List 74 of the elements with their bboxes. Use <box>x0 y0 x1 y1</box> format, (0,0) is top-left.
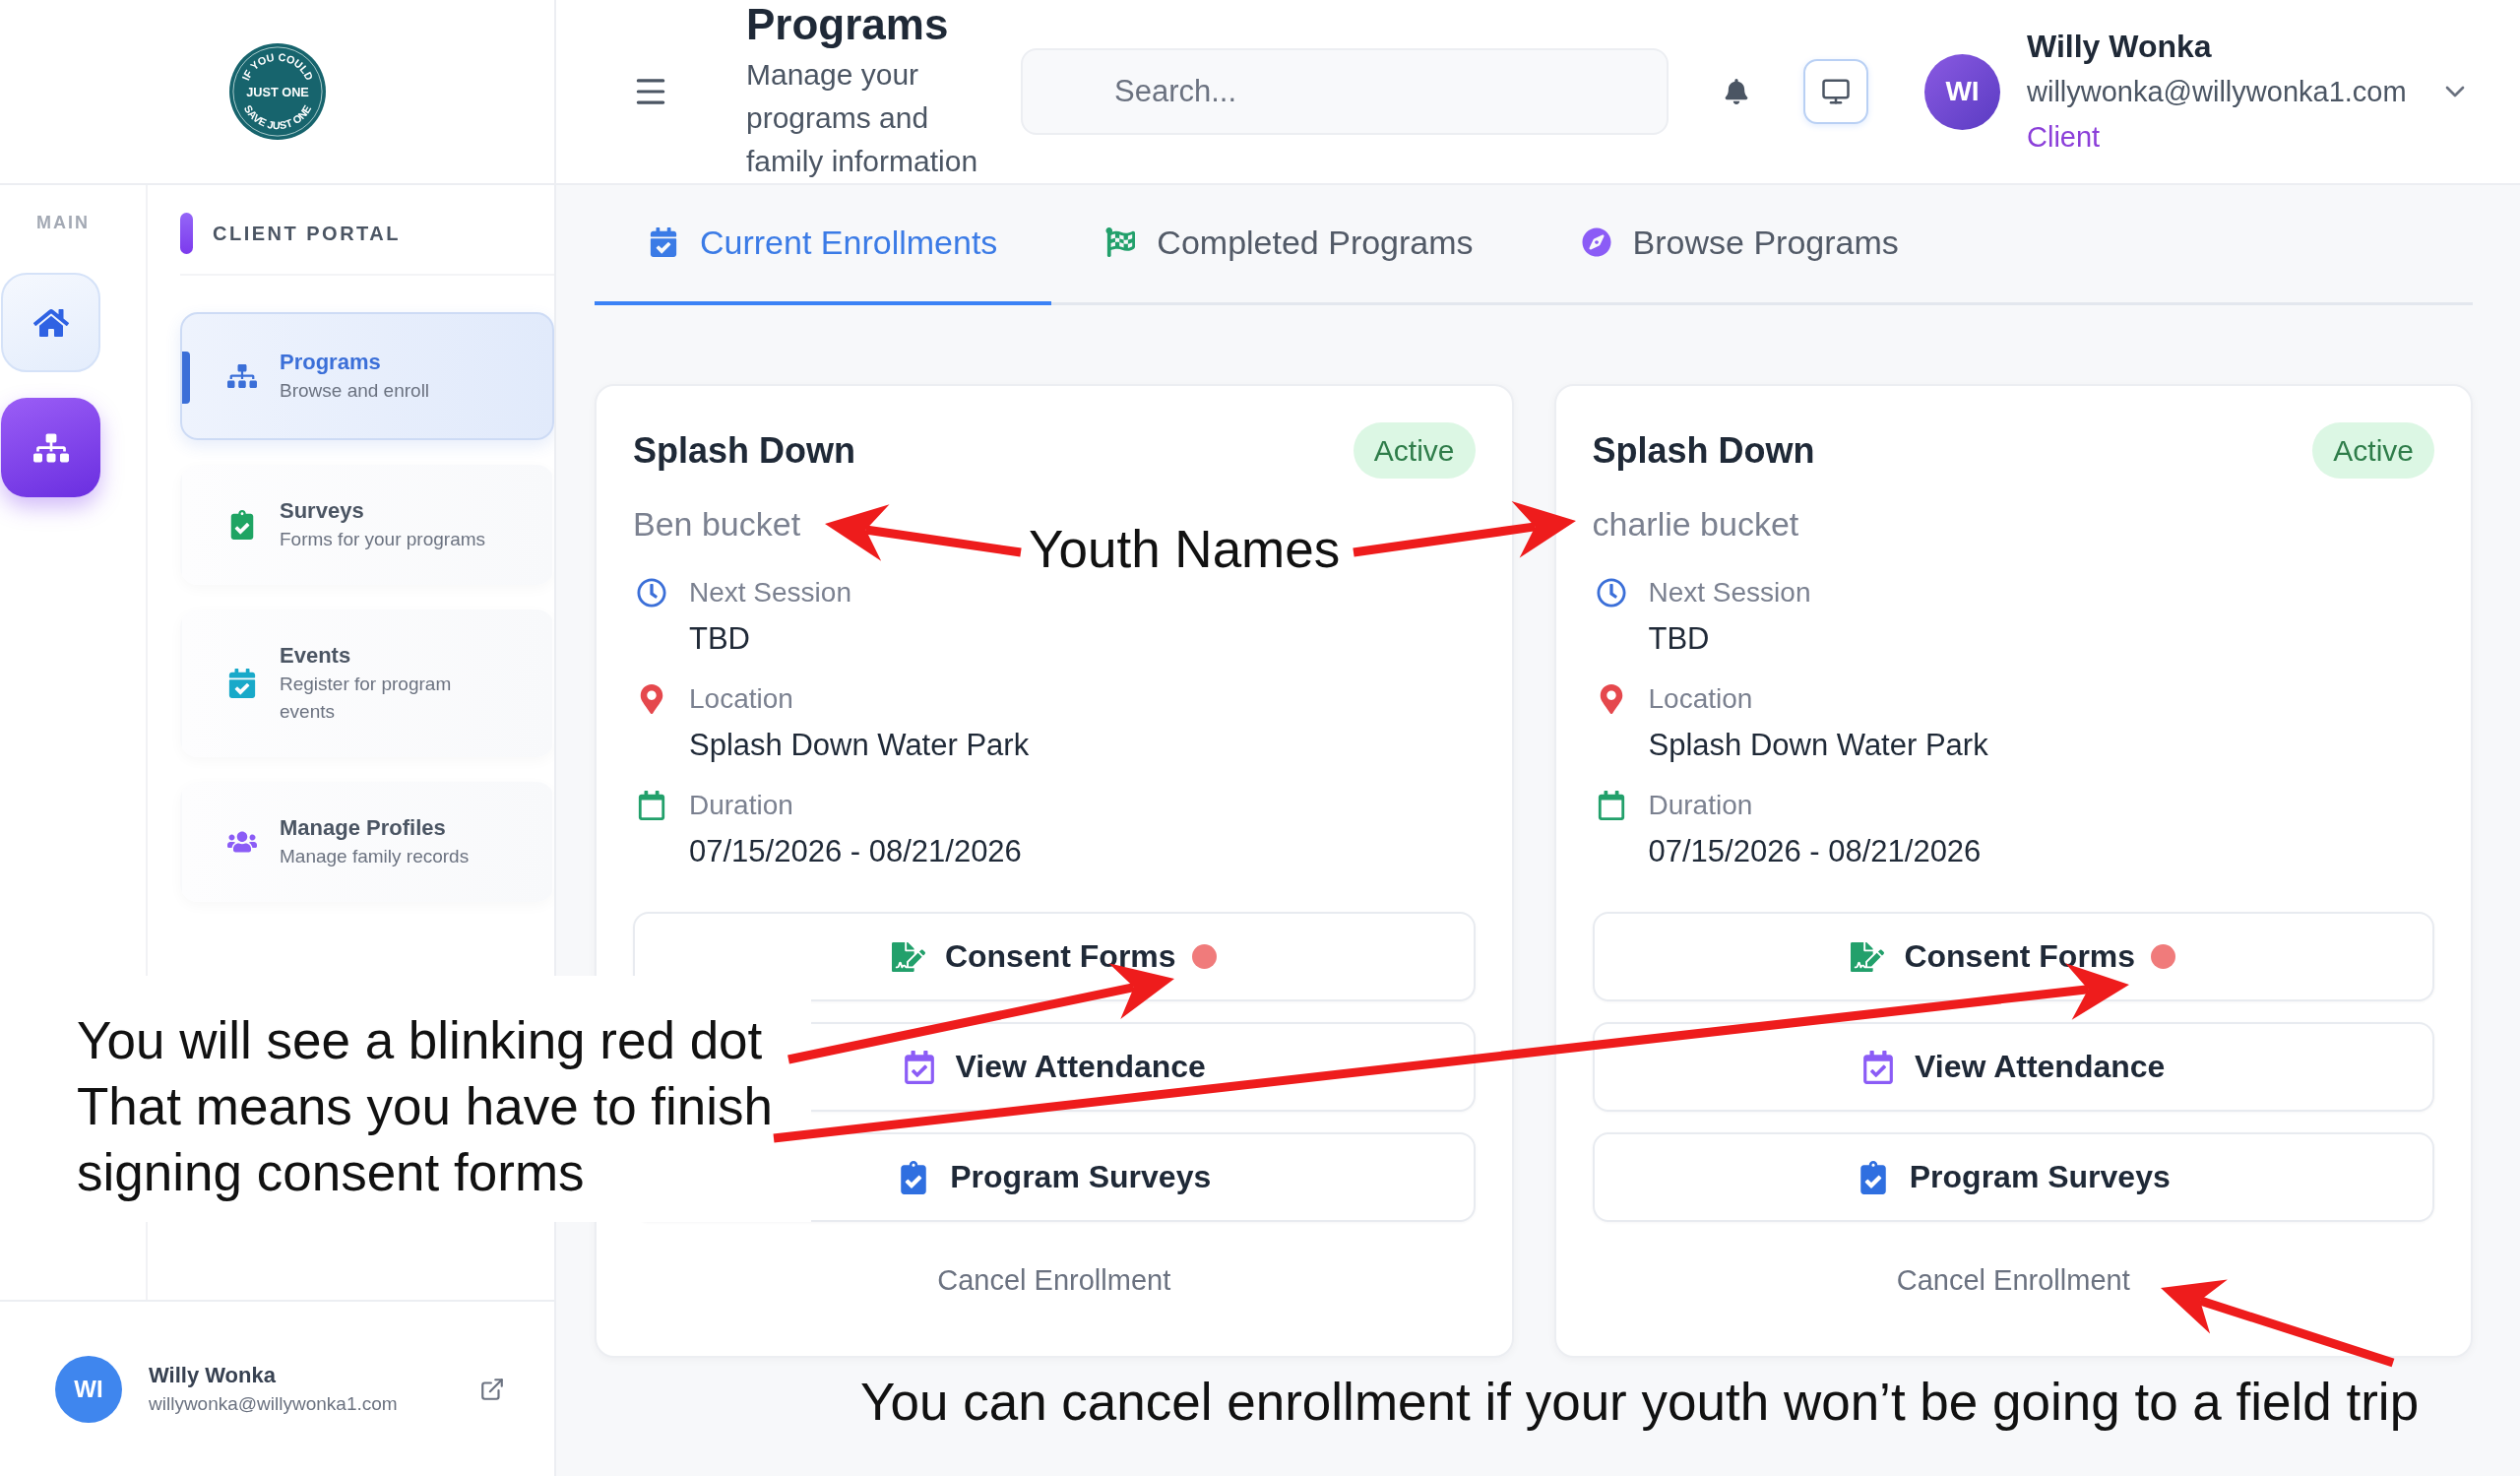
nav-item[interactable]: Events Register for program events <box>180 610 554 757</box>
file-signature-icon <box>891 939 925 974</box>
clock-icon <box>637 578 666 608</box>
detail-value: TBD <box>689 620 750 658</box>
callout-text: Youth Names <box>1029 519 1341 580</box>
detail-label: Next Session <box>1648 576 1811 610</box>
detail-value: Splash Down Water Park <box>689 727 1030 764</box>
nav-subtitle: Register for program events <box>280 673 453 724</box>
nav-title: Programs <box>280 349 381 376</box>
nav-item[interactable]: Programs Browse and enroll <box>180 312 554 440</box>
calendar-check-icon <box>902 1050 936 1084</box>
user-role: Client <box>2027 120 2101 155</box>
status-badge: Active <box>1353 422 1476 479</box>
user-email: willywonka@willywonka1.com <box>2027 75 2407 109</box>
cancel-link[interactable]: Cancel Enrollment <box>937 1260 1171 1300</box>
display-button[interactable] <box>1803 59 1868 124</box>
clock-icon <box>1596 578 1626 608</box>
nav-subtitle: Manage family records <box>280 845 470 868</box>
callout-text: You can cancel enrollment if your youth won’t be going to a field trip <box>860 1372 2420 1433</box>
youth-name: charlie bucket <box>1592 504 1799 545</box>
rail-button[interactable] <box>1 273 100 372</box>
section-title: CLIENT PORTAL <box>213 222 401 245</box>
nav-title: Events <box>280 642 351 670</box>
detail-value: TBD <box>1648 620 1710 658</box>
action-button[interactable]: Consent Forms <box>1592 912 2434 1001</box>
detail-value: 07/15/2026 - 08/21/2026 <box>689 833 1022 870</box>
youth-name: Ben bucket <box>633 504 801 545</box>
action-button[interactable]: Program Surveys <box>1592 1132 2434 1222</box>
detail-label: Location <box>689 682 793 716</box>
user-email: willywonka@willywonka1.com <box>149 1391 398 1416</box>
calendar-icon <box>637 791 666 820</box>
nav-title: Manage Profiles <box>280 814 446 842</box>
action-button[interactable]: Consent Forms <box>633 912 1476 1001</box>
search-field[interactable]: Search... <box>1021 48 1669 135</box>
calendar-check-icon <box>649 227 678 257</box>
tab[interactable]: Browse Programs <box>1527 223 1953 305</box>
user-name: Willy Wonka <box>149 1361 276 1389</box>
page-subtitle: Manage your programs and family information <box>746 57 979 179</box>
cancel-link[interactable]: Cancel Enrollment <box>1896 1260 2130 1300</box>
action-button[interactable]: View Attendance <box>1592 1022 2434 1112</box>
program-title: Splash Down <box>1592 428 1815 473</box>
calendar-icon <box>1596 791 1626 820</box>
file-signature-icon <box>1851 939 1885 974</box>
rail-button[interactable] <box>1 398 100 497</box>
monitor-icon <box>1821 77 1851 106</box>
detail-value: Splash Down Water Park <box>1648 727 1988 764</box>
detail-value: 07/15/2026 - 08/21/2026 <box>1648 833 1982 870</box>
section-label: MAIN <box>36 213 90 232</box>
bell-icon[interactable] <box>1724 79 1749 104</box>
nav-item[interactable]: Surveys Forms for your programs <box>180 465 554 585</box>
tab[interactable]: Current Enrollments <box>595 223 1052 305</box>
user-avatar: WI <box>55 1355 122 1423</box>
detail-label: Duration <box>1648 789 1753 822</box>
sitemap-icon <box>227 361 257 391</box>
detail-label: Next Session <box>689 576 851 610</box>
status-badge: Active <box>2312 422 2434 479</box>
user-name: Willy Wonka <box>2027 28 2212 66</box>
checkered-flag-icon <box>1105 227 1136 257</box>
calendar-check-icon <box>227 669 257 698</box>
program-title: Splash Down <box>633 428 856 473</box>
nav-subtitle: Browse and enroll <box>280 379 430 403</box>
nav-item[interactable]: Manage Profiles Manage family records <box>180 782 554 902</box>
nav-title: Surveys <box>280 497 364 525</box>
detail-label: Location <box>1648 682 1753 716</box>
calendar-check-icon <box>1861 1050 1896 1084</box>
external-link-icon[interactable] <box>479 1376 505 1402</box>
detail-label: Duration <box>689 789 793 822</box>
nav-subtitle: Forms for your programs <box>280 528 486 551</box>
user-avatar[interactable]: WI <box>1924 53 2000 130</box>
compass-icon <box>1581 227 1611 257</box>
selection-bar <box>182 352 190 404</box>
accent-bar <box>180 213 193 254</box>
tab[interactable]: Completed Programs <box>1051 223 1528 305</box>
page-title: Programs <box>746 0 950 49</box>
